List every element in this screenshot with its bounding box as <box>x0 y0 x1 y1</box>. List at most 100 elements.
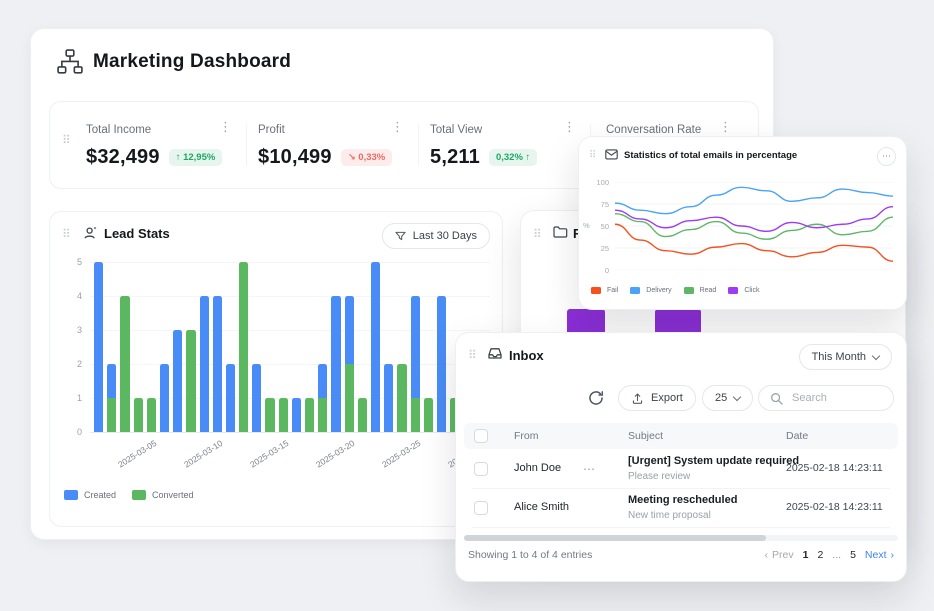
stat-card-profit: Profit ⋮ $10,499↘ 0,33% <box>258 120 408 169</box>
period-label: This Month <box>812 351 866 363</box>
drag-handle-icon[interactable]: ⠿ <box>533 228 542 240</box>
pagination-page-1[interactable]: 1 <box>803 549 809 561</box>
bar <box>305 262 314 432</box>
export-icon <box>631 392 644 405</box>
pagination: ‹Prev 1 2 ... 5 Next› <box>765 549 894 561</box>
bar <box>371 262 380 432</box>
kebab-menu-icon[interactable]: ⋮ <box>219 120 232 133</box>
email-statistics-card: ⠿ Statistics of total emails in percenta… <box>578 136 907 310</box>
table-header-row: From Subject Date <box>464 423 898 449</box>
funnel-icon <box>395 231 406 242</box>
stat-card-total-view: Total View ⋮ 5,2110,32% ↑ <box>430 120 580 169</box>
chevron-down-icon <box>733 392 741 400</box>
divider <box>418 124 419 166</box>
bar <box>107 262 116 432</box>
stat-label: Total View <box>430 124 482 136</box>
search-icon <box>770 392 783 405</box>
bar <box>160 262 169 432</box>
y-axis-label: 75 <box>589 200 609 209</box>
y-axis-label: 0 <box>66 427 82 437</box>
bar-series <box>90 262 490 432</box>
y-axis-label: 100 <box>589 178 609 187</box>
legend-label: Created <box>84 490 116 500</box>
entries-summary: Showing 1 to 4 of 4 entries <box>468 549 592 561</box>
x-axis-label: 2025-03-15 <box>241 438 290 474</box>
email-plot-area: 0255075100 <box>615 182 893 270</box>
bar <box>226 262 235 432</box>
row-subject: Meeting rescheduled <box>628 494 737 506</box>
kebab-menu-icon[interactable]: ⋮ <box>563 120 576 133</box>
x-axis-label: 2025-03-20 <box>307 438 356 474</box>
bar <box>384 262 393 432</box>
export-button[interactable]: Export <box>618 385 696 411</box>
y-axis-label: 50 <box>589 222 609 231</box>
x-axis-label: 2025-03-05 <box>109 438 158 474</box>
stat-label: Conversation Rate <box>606 124 701 136</box>
x-axis-label: 2025-03-25 <box>373 438 422 474</box>
card-title: Statistics of total emails in percentage <box>624 150 797 161</box>
card-menu-button[interactable]: ⋯ <box>877 147 896 166</box>
drag-handle-icon[interactable]: ⠿ <box>62 134 71 146</box>
drag-handle-icon[interactable]: ⠿ <box>589 151 596 161</box>
row-preview: Please review <box>628 471 690 482</box>
legend-label: Fail <box>607 287 618 294</box>
pagination-next[interactable]: Next› <box>865 549 894 561</box>
y-axis-label: 2 <box>66 359 82 369</box>
y-axis-label: 5 <box>66 257 82 267</box>
row-menu-icon[interactable]: ⋯ <box>583 463 595 475</box>
table-row[interactable]: John Doe ⋯ [Urgent] System update requir… <box>464 449 898 488</box>
row-checkbox[interactable] <box>474 501 488 515</box>
select-all-checkbox[interactable] <box>474 429 488 443</box>
pagination-page-2[interactable]: 2 <box>817 549 823 561</box>
period-dropdown[interactable]: This Month <box>799 344 892 370</box>
line-series-click <box>615 207 893 232</box>
bar <box>397 262 406 432</box>
chevron-left-icon: ‹ <box>765 549 769 561</box>
bar <box>213 262 222 432</box>
divider <box>472 527 890 528</box>
refresh-button[interactable] <box>588 390 604 406</box>
bar <box>252 262 261 432</box>
kebab-menu-icon[interactable]: ⋮ <box>719 120 732 133</box>
lead-stats-icon <box>82 225 98 241</box>
card-title: Lead Stats <box>104 226 170 241</box>
drag-handle-icon[interactable]: ⠿ <box>62 228 71 240</box>
chevron-right-icon: › <box>891 549 895 561</box>
bar <box>147 262 156 432</box>
lead-legend: Created Converted <box>64 490 194 500</box>
x-axis-label: 2025-03-10 <box>175 438 224 474</box>
page-size-value: 25 <box>715 392 727 404</box>
lead-stats-card: ⠿ Lead Stats Last 30 Days 0123452025-03-… <box>49 211 503 527</box>
drag-handle-icon[interactable]: ⠿ <box>468 349 477 361</box>
bar <box>318 262 327 432</box>
trend-badge: ↑ 12,95% <box>169 149 223 166</box>
pagination-prev[interactable]: ‹Prev <box>765 549 794 561</box>
stat-value: 5,211 <box>430 146 480 168</box>
bar <box>358 262 367 432</box>
screen: Marketing Dashboard ⠿ Total Income ⋮ $32… <box>0 0 934 611</box>
horizontal-scrollbar[interactable] <box>464 535 766 541</box>
email-icon <box>605 149 618 160</box>
pagination-page-5[interactable]: 5 <box>850 549 856 561</box>
bar <box>186 262 195 432</box>
line-series-delivery <box>615 187 893 213</box>
email-legend: Fail Delivery Read Click <box>591 287 759 294</box>
filter-button[interactable]: Last 30 Days <box>382 223 490 249</box>
folder-icon <box>553 225 568 238</box>
bar <box>120 262 129 432</box>
y-axis-label: 3 <box>66 325 82 335</box>
fail-swatch <box>591 287 601 294</box>
bar <box>279 262 288 432</box>
inbox-card: ⠿ Inbox This Month <box>455 332 907 582</box>
row-checkbox[interactable] <box>474 462 488 476</box>
row-from: Alice Smith <box>514 501 569 513</box>
table-row[interactable]: Alice Smith Meeting rescheduled New time… <box>464 488 898 527</box>
kebab-menu-icon[interactable]: ⋮ <box>391 120 404 133</box>
search-input[interactable] <box>790 391 886 405</box>
stat-label: Total Income <box>86 124 151 136</box>
page-size-dropdown[interactable]: 25 <box>702 385 753 411</box>
bar <box>292 262 301 432</box>
divider <box>246 124 247 166</box>
export-label: Export <box>651 392 683 404</box>
filter-label: Last 30 Days <box>413 230 477 242</box>
